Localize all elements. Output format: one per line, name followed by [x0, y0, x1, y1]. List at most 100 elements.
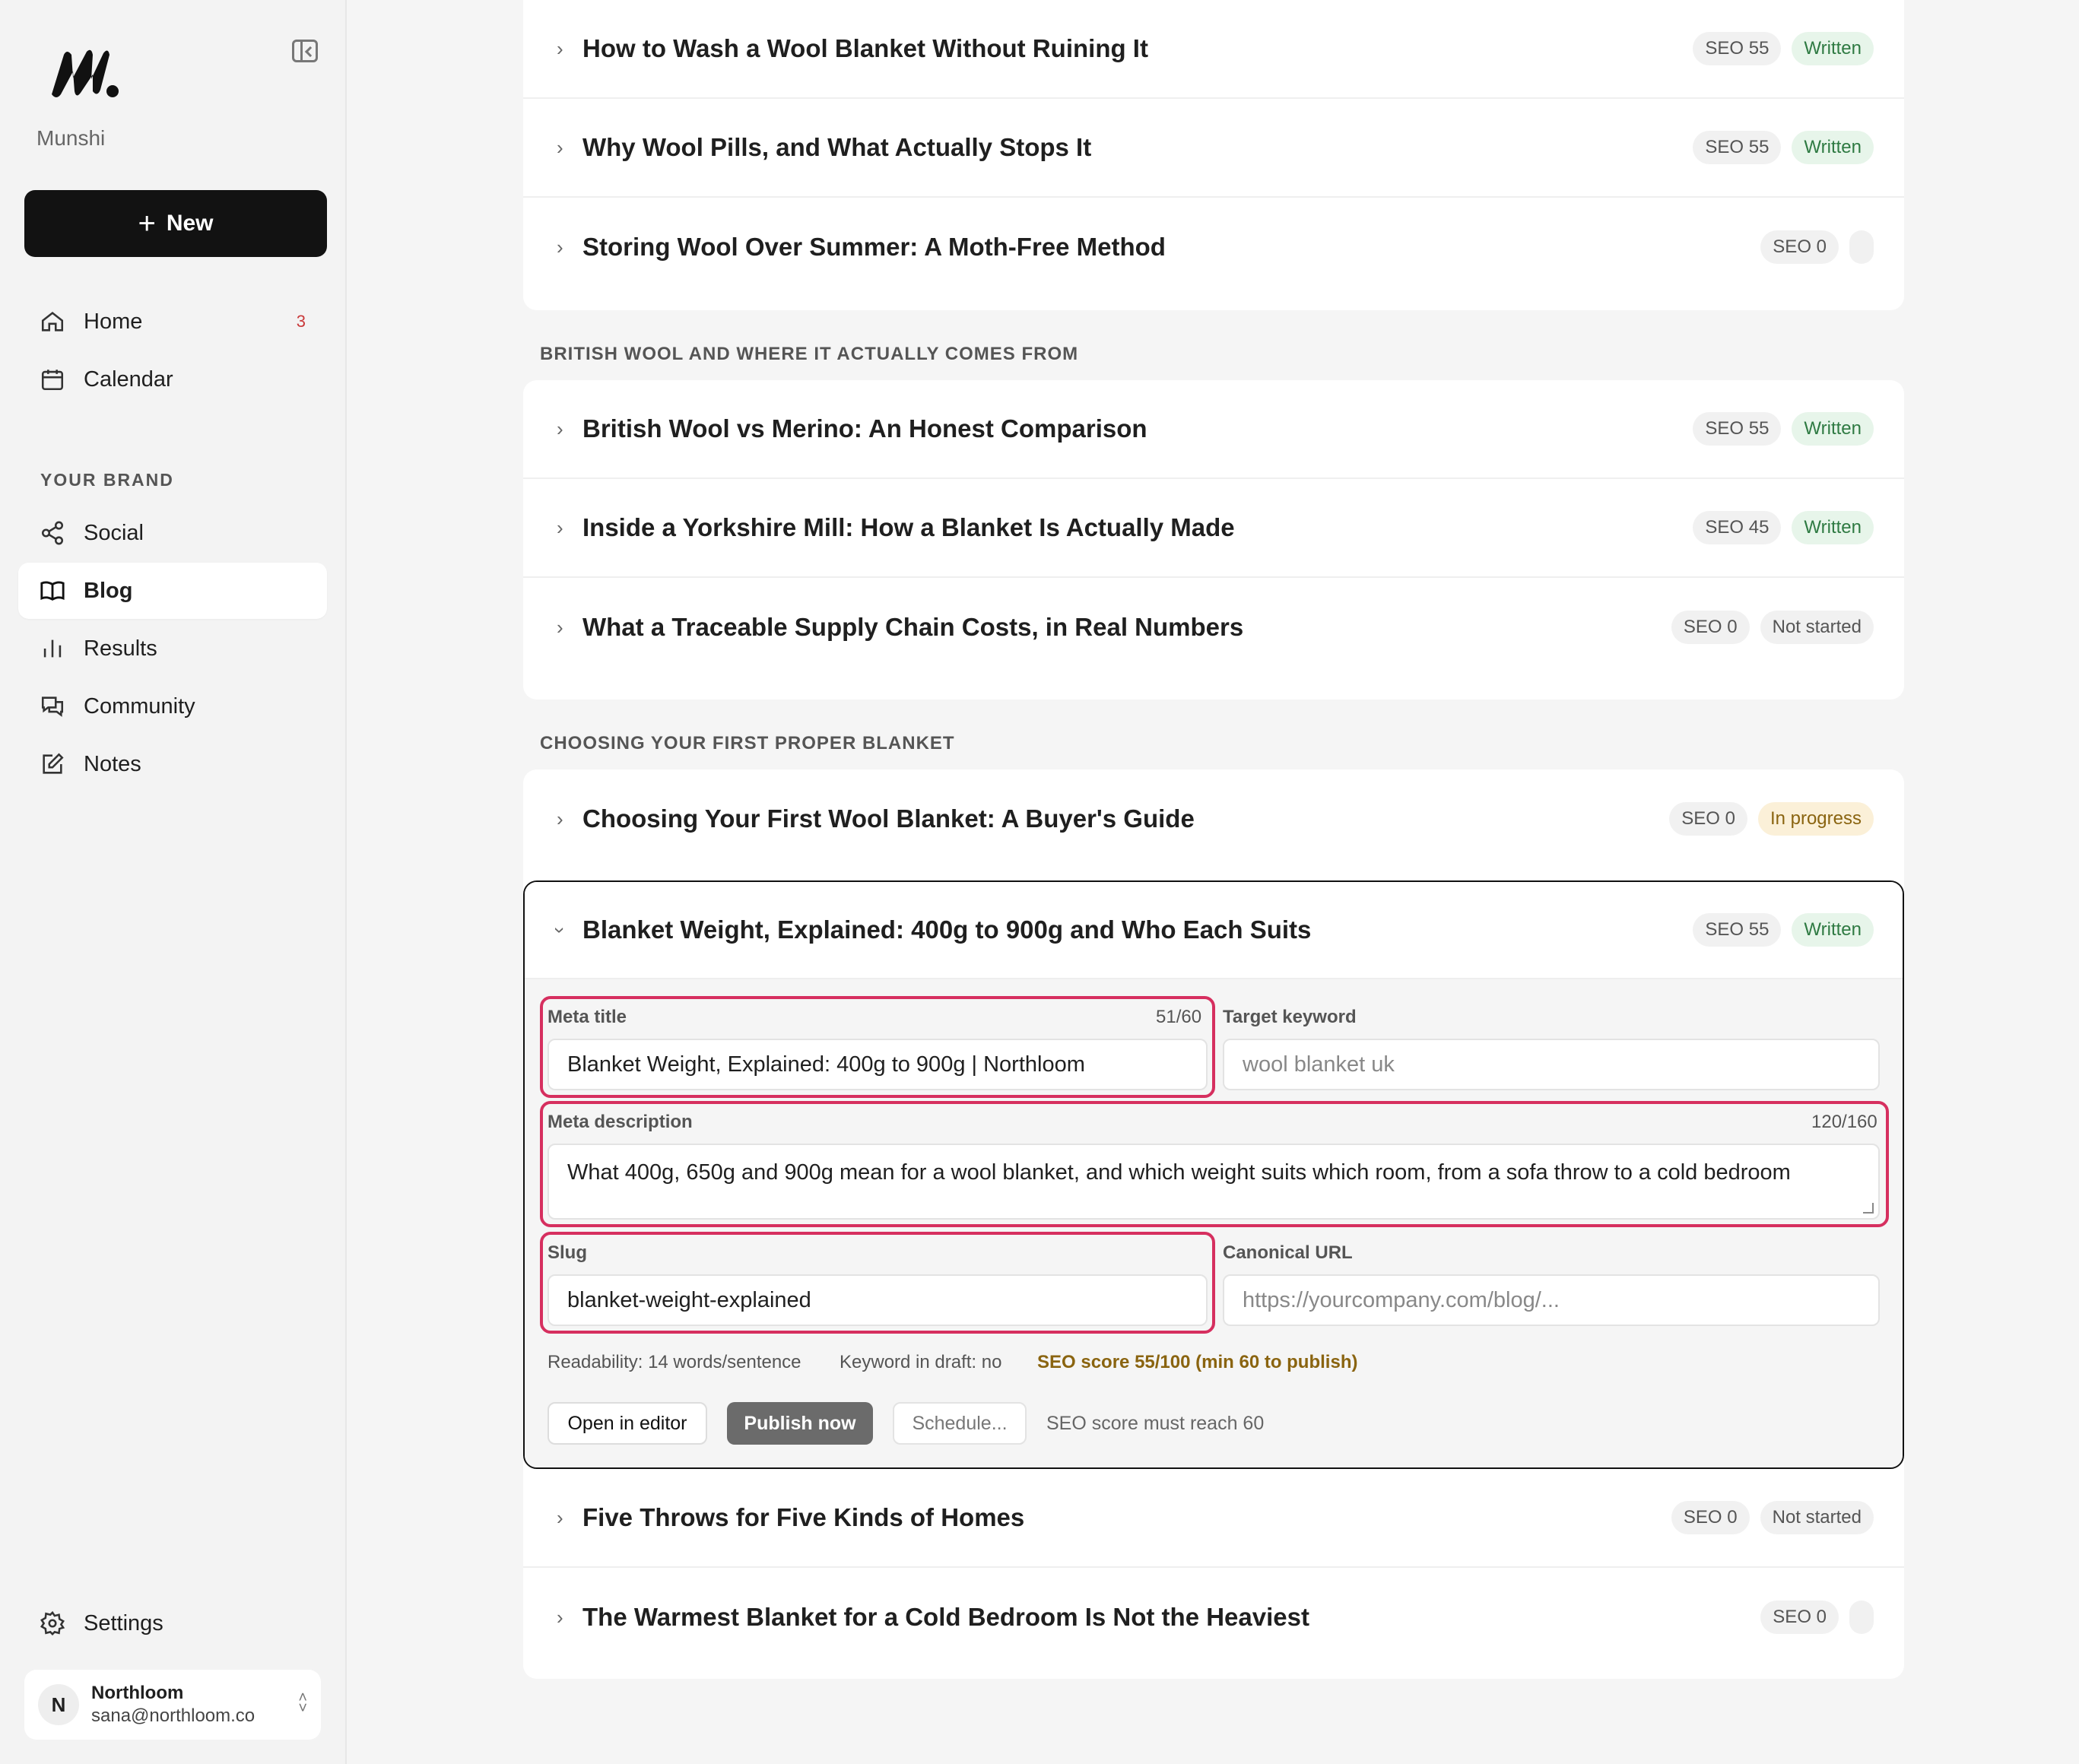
seo-badge: SEO 0 — [1669, 802, 1747, 836]
seo-badge: SEO 0 — [1671, 611, 1750, 644]
group-label: BRITISH WOOL AND WHERE IT ACTUALLY COMES… — [540, 344, 1079, 364]
post-title: The Warmest Blanket for a Cold Bedroom I… — [582, 1603, 1309, 1631]
status-badge: Not started — [1760, 1501, 1874, 1534]
canonical-url-input[interactable]: https://yourcompany.com/blog/... — [1223, 1274, 1880, 1326]
group-label: CHOOSING YOUR FIRST PROPER BLANKET — [540, 733, 955, 754]
post-title: Inside a Yorkshire Mill: How a Blanket I… — [582, 513, 1235, 541]
seo-badge: SEO 0 — [1760, 1601, 1839, 1634]
chevron-right-icon: › — [557, 1605, 563, 1629]
share-icon — [40, 520, 65, 546]
post-row[interactable]: › Storing Wool Over Summer: A Moth-Free … — [523, 198, 1904, 297]
account-switcher[interactable]: N Northloom sana@northloom.co ˄ ˅ — [24, 1670, 321, 1740]
seo-badge: SEO 0 — [1671, 1501, 1750, 1534]
brand-name: Munshi — [37, 126, 106, 150]
seo-badge: SEO 55 — [1693, 32, 1782, 65]
schedule-button[interactable]: Schedule... — [893, 1402, 1027, 1445]
nav-notes-label: Notes — [84, 751, 141, 776]
seo-badge: SEO 0 — [1760, 230, 1839, 264]
section-label-your-brand: YOUR BRAND — [40, 470, 174, 490]
book-icon — [40, 578, 65, 604]
account-email: sana@northloom.co — [91, 1705, 256, 1726]
chevron-right-icon: › — [557, 235, 563, 259]
account-name: Northloom — [91, 1683, 184, 1703]
avatar: N — [38, 1684, 79, 1725]
nav-calendar-label: Calendar — [84, 366, 173, 392]
seo-score-warning: SEO score 55/100 (min 60 to publish) — [1037, 1352, 1358, 1372]
seo-badge: SEO 55 — [1693, 412, 1782, 446]
app-window: Munshi + New Home 3 Calendar YOUR BRAND … — [0, 0, 2079, 1764]
chevron-right-icon: › — [557, 615, 563, 639]
seo-badge: SEO 55 — [1693, 131, 1782, 164]
highlight-meta-description — [540, 1101, 1889, 1227]
post-row[interactable]: › What a Traceable Supply Chain Costs, i… — [523, 578, 1904, 677]
nav-calendar[interactable]: Calendar — [18, 351, 327, 408]
post-group-card: › How to Wash a Wool Blanket Without Rui… — [523, 0, 1904, 310]
nav-results[interactable]: Results — [18, 620, 327, 677]
edit-note-icon — [40, 751, 65, 777]
chevron-up-down-icon: ˄ ˅ — [298, 1689, 307, 1717]
nav-social[interactable]: Social — [18, 505, 327, 561]
post-title: British Wool vs Merino: An Honest Compar… — [582, 414, 1147, 443]
nav-community[interactable]: Community — [18, 678, 327, 734]
chevron-right-icon: › — [557, 135, 563, 159]
publish-hint: SEO score must reach 60 — [1046, 1413, 1265, 1434]
post-title: Storing Wool Over Summer: A Moth-Free Me… — [582, 233, 1166, 261]
status-badge: Written — [1792, 511, 1874, 544]
collapse-sidebar-icon[interactable] — [292, 40, 318, 62]
highlight-meta-title — [540, 996, 1215, 1098]
chevron-right-icon: › — [557, 516, 563, 539]
status-badge: In progress — [1757, 802, 1874, 836]
plus-icon: + — [138, 207, 156, 240]
chevron-down-icon: › — [548, 926, 572, 934]
open-in-editor-button[interactable]: Open in editor — [548, 1402, 707, 1445]
home-count-badge: 3 — [296, 312, 306, 331]
nav-blog[interactable]: Blog — [18, 563, 327, 619]
nav-notes[interactable]: Notes — [18, 736, 327, 792]
post-title: How to Wash a Wool Blanket Without Ruini… — [582, 34, 1148, 62]
status-badge: Written — [1792, 913, 1874, 947]
nav-settings[interactable]: Settings — [18, 1595, 327, 1651]
target-keyword-input[interactable]: wool blanket uk — [1223, 1039, 1880, 1090]
target-keyword-label: Target keyword — [1223, 1007, 1357, 1027]
chevron-right-icon: › — [557, 36, 563, 60]
status-badge: Written — [1792, 412, 1874, 446]
status-badge — [1849, 1601, 1874, 1634]
chevron-right-icon: › — [557, 807, 563, 830]
publish-now-button[interactable]: Publish now — [727, 1402, 873, 1445]
post-title: Choosing Your First Wool Blanket: A Buye… — [582, 804, 1195, 833]
new-button-label: New — [166, 211, 214, 236]
status-badge: Written — [1792, 131, 1874, 164]
post-title: Why Wool Pills, and What Actually Stops … — [582, 133, 1092, 161]
highlight-slug — [540, 1232, 1215, 1334]
chevron-right-icon: › — [557, 417, 563, 440]
post-row-expanded[interactable]: › Blanket Weight, Explained: 400g to 900… — [525, 882, 1903, 979]
calendar-icon — [40, 366, 65, 392]
post-row[interactable]: › How to Wash a Wool Blanket Without Rui… — [523, 0, 1904, 99]
chat-icon — [40, 693, 65, 719]
gear-icon — [40, 1610, 65, 1636]
post-row[interactable]: › The Warmest Blanket for a Cold Bedroom… — [523, 1568, 1904, 1667]
blog-main: › How to Wash a Wool Blanket Without Rui… — [347, 0, 2079, 1764]
canonical-url-label: Canonical URL — [1223, 1242, 1353, 1263]
munshi-logo — [52, 49, 119, 97]
seo-badge: SEO 45 — [1693, 511, 1782, 544]
post-row[interactable]: › British Wool vs Merino: An Honest Comp… — [523, 380, 1904, 479]
status-badge: Written — [1792, 32, 1874, 65]
nav-settings-label: Settings — [84, 1610, 163, 1636]
nav-social-label: Social — [84, 520, 144, 545]
nav-home[interactable]: Home 3 — [18, 293, 327, 350]
nav-blog-label: Blog — [84, 578, 133, 603]
post-row[interactable]: › Five Throws for Five Kinds of Homes SE… — [523, 1469, 1904, 1568]
readability-stat: Readability: 14 words/sentence — [548, 1352, 801, 1372]
post-row[interactable]: › Choosing Your First Wool Blanket: A Bu… — [523, 769, 1904, 868]
post-title: Five Throws for Five Kinds of Homes — [582, 1503, 1025, 1531]
nav-home-label: Home — [84, 309, 143, 334]
post-row[interactable]: › Why Wool Pills, and What Actually Stop… — [523, 99, 1904, 198]
sidebar: Munshi + New Home 3 Calendar YOUR BRAND … — [0, 0, 347, 1764]
post-title: What a Traceable Supply Chain Costs, in … — [582, 613, 1244, 641]
post-title: Blanket Weight, Explained: 400g to 900g … — [582, 915, 1312, 944]
new-button[interactable]: + New — [24, 190, 327, 257]
keyword-in-draft-stat: Keyword in draft: no — [840, 1352, 1002, 1372]
seo-badge: SEO 55 — [1693, 913, 1782, 947]
post-row[interactable]: › Inside a Yorkshire Mill: How a Blanket… — [523, 479, 1904, 578]
